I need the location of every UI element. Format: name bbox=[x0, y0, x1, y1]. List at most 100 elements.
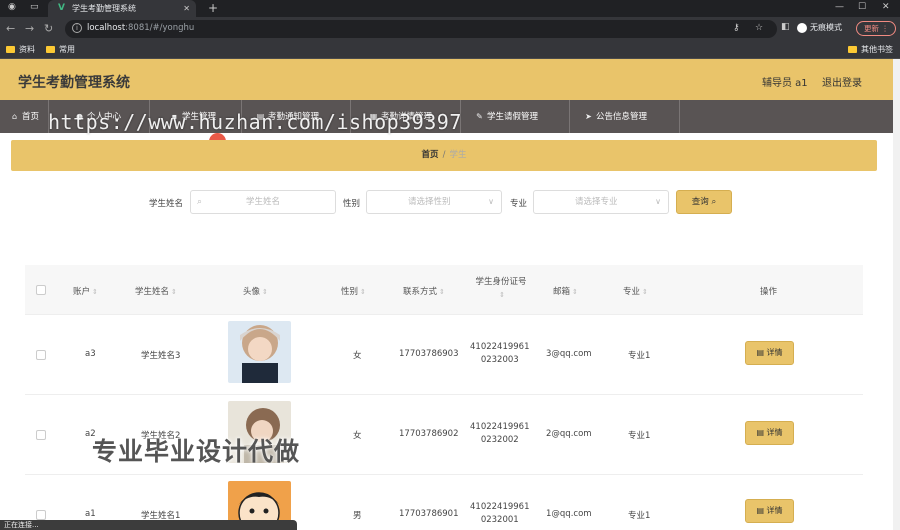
col-account[interactable]: 账户 ⇕ bbox=[73, 285, 98, 297]
gender-select[interactable]: 请选择性别 ∨ bbox=[366, 190, 502, 214]
avatar bbox=[228, 321, 291, 383]
detail-button[interactable]: ▤ 详情 bbox=[745, 341, 794, 365]
update-button[interactable]: 更新 ⋮ bbox=[856, 21, 896, 36]
url-input[interactable]: i localhost:8081/#/yonghu ⚷ ☆ bbox=[65, 20, 777, 38]
browser-tab[interactable]: V 学生考勤管理系统 ✕ bbox=[48, 0, 196, 17]
current-user: 辅导员 a1 bbox=[762, 78, 808, 89]
address-bar: ← → ↻ i localhost:8081/#/yonghu ⚷ ☆ ◧ 无痕… bbox=[0, 17, 900, 41]
bookmark-label: 常用 bbox=[59, 45, 75, 54]
cell-idcard: 41022419961 0232001 bbox=[470, 501, 530, 527]
header-label: 头像 bbox=[243, 287, 261, 297]
breadcrumb-home[interactable]: 首页 bbox=[422, 150, 439, 160]
search-icon: ⌕ bbox=[197, 197, 203, 207]
other-bookmarks[interactable]: 其他书签 bbox=[848, 44, 893, 55]
major-select[interactable]: 请选择专业 ∨ bbox=[533, 190, 669, 214]
detail-button[interactable]: ▤ 详情 bbox=[745, 499, 794, 523]
site-info-icon[interactable]: i bbox=[72, 23, 82, 33]
chevron-down-icon: ∨ bbox=[488, 197, 494, 206]
detail-button[interactable]: ▤ 详情 bbox=[745, 421, 794, 445]
col-name[interactable]: 学生姓名 ⇕ bbox=[135, 285, 177, 297]
breadcrumb: 首页 / 学生 bbox=[11, 140, 877, 171]
header-label: 邮箱 bbox=[553, 287, 571, 297]
notice-icon: ▤ bbox=[256, 112, 265, 121]
bookmark-star-icon[interactable]: ☆ bbox=[755, 23, 763, 33]
tab-title: 学生考勤管理系统 bbox=[72, 4, 136, 13]
col-idcard[interactable]: 学生身份证号 ⇕ bbox=[472, 275, 530, 303]
page-scrollbar[interactable] bbox=[893, 59, 900, 530]
sidepanel-icon[interactable]: ◧ bbox=[781, 22, 790, 32]
header-label: 账户 bbox=[73, 287, 91, 297]
logout-link[interactable]: 退出登录 bbox=[822, 74, 862, 89]
cell-phone: 17703786901 bbox=[399, 509, 459, 519]
col-email[interactable]: 邮箱 ⇕ bbox=[553, 285, 578, 297]
table-row: a3 学生姓名3 女 17703786903 41022419961 023200… bbox=[25, 315, 863, 395]
header-label: 性别 bbox=[341, 287, 359, 297]
col-action: 操作 bbox=[760, 287, 778, 297]
nav-label: 考勤详情管理 bbox=[381, 112, 433, 122]
cell-gender: 女 bbox=[353, 431, 362, 441]
row-checkbox[interactable] bbox=[36, 510, 46, 520]
vue-logo-icon: V bbox=[58, 3, 65, 13]
tab-strip-icon[interactable]: ▭ bbox=[30, 2, 39, 12]
bookmark-label: 资料 bbox=[19, 45, 35, 54]
nav-item-students[interactable]: ▪ 学生管理 bbox=[150, 100, 242, 133]
nav-item-announcements[interactable]: ➤ 公告信息管理 bbox=[570, 100, 680, 133]
breadcrumb-separator: / bbox=[442, 150, 446, 160]
detail-icon: ▤ bbox=[756, 428, 764, 437]
idcard-part1: 41022419961 bbox=[470, 422, 530, 432]
app-header: 学生考勤管理系统 辅导员 a1 退出登录 bbox=[0, 59, 900, 100]
forward-icon[interactable]: → bbox=[25, 22, 34, 36]
query-label: 查询 bbox=[691, 197, 709, 207]
cell-email: 2@qq.com bbox=[546, 429, 592, 439]
sort-icon: ⇕ bbox=[572, 288, 578, 296]
nav-label: 首页 bbox=[22, 112, 40, 122]
nav-item-profile[interactable]: ● 个人中心 bbox=[49, 100, 150, 133]
col-gender[interactable]: 性别 ⇕ bbox=[341, 285, 366, 297]
nav-label: 个人中心 bbox=[87, 112, 122, 122]
detail-label: 详情 bbox=[766, 506, 783, 515]
maximize-icon[interactable]: ☐ bbox=[858, 2, 866, 12]
col-phone[interactable]: 联系方式 ⇕ bbox=[403, 285, 445, 297]
bookmark-folder-1[interactable]: 资料 bbox=[6, 44, 35, 55]
sort-icon: ⇕ bbox=[171, 288, 177, 296]
sort-icon: ⇕ bbox=[439, 288, 445, 296]
close-tab-icon[interactable]: ✕ bbox=[183, 0, 190, 17]
idcard-part2: 0232001 bbox=[480, 515, 519, 525]
detail-label: 详情 bbox=[766, 428, 783, 437]
url-path: :8081/#/yonghu bbox=[125, 23, 195, 33]
name-placeholder: 学生姓名 bbox=[246, 197, 281, 207]
incognito-profile[interactable]: 无痕模式 bbox=[797, 22, 842, 33]
detail-label: 详情 bbox=[766, 348, 783, 357]
query-button[interactable]: 查询 ⌕ bbox=[676, 190, 732, 214]
row-checkbox[interactable] bbox=[36, 350, 46, 360]
name-search-input[interactable]: ⌕ 学生姓名 bbox=[190, 190, 336, 214]
table-header: 账户 ⇕ 学生姓名 ⇕ 头像 ⇕ 性别 ⇕ 联系方式 ⇕ 学生身份证号 ⇕ 邮箱 ⇕ 专业 ⇕ … bbox=[25, 265, 863, 315]
bookmark-folder-2[interactable]: 常用 bbox=[46, 44, 75, 55]
key-icon[interactable]: ⚷ bbox=[733, 23, 740, 33]
select-all-checkbox[interactable] bbox=[36, 285, 46, 295]
nav-item-notices[interactable]: ▤ 考勤通知管理 bbox=[242, 100, 351, 133]
cell-email: 3@qq.com bbox=[546, 349, 592, 359]
sort-icon: ⇕ bbox=[499, 291, 505, 299]
nav-item-home[interactable]: ⌂ 首页 bbox=[0, 100, 49, 133]
cell-major: 专业1 bbox=[628, 511, 651, 521]
announce-icon: ➤ bbox=[585, 112, 592, 121]
back-icon[interactable]: ← bbox=[6, 22, 15, 36]
sort-icon: ⇕ bbox=[360, 288, 366, 296]
close-window-icon[interactable]: ✕ bbox=[882, 2, 890, 12]
nav-item-attendance-details[interactable]: ▦ 考勤详情管理 bbox=[351, 100, 461, 133]
cell-phone: 17703786903 bbox=[399, 349, 459, 359]
new-tab-icon[interactable]: + bbox=[208, 0, 218, 16]
reload-icon[interactable]: ↻ bbox=[44, 22, 53, 36]
minimize-icon[interactable]: — bbox=[835, 2, 844, 12]
nav-item-leave[interactable]: ✎ 学生请假管理 bbox=[461, 100, 570, 133]
gender-label: 性别 bbox=[343, 199, 361, 209]
chevron-down-icon: ∨ bbox=[655, 197, 661, 206]
browser-status-bar: 正在连接... bbox=[0, 520, 297, 530]
user-icon: ● bbox=[76, 112, 83, 121]
detail-icon: ▤ bbox=[756, 506, 764, 515]
col-major[interactable]: 专业 ⇕ bbox=[623, 285, 648, 297]
chrome-menu-icon[interactable]: ◉ bbox=[8, 2, 16, 12]
cell-idcard: 41022419961 0232002 bbox=[470, 421, 530, 447]
row-checkbox[interactable] bbox=[36, 430, 46, 440]
